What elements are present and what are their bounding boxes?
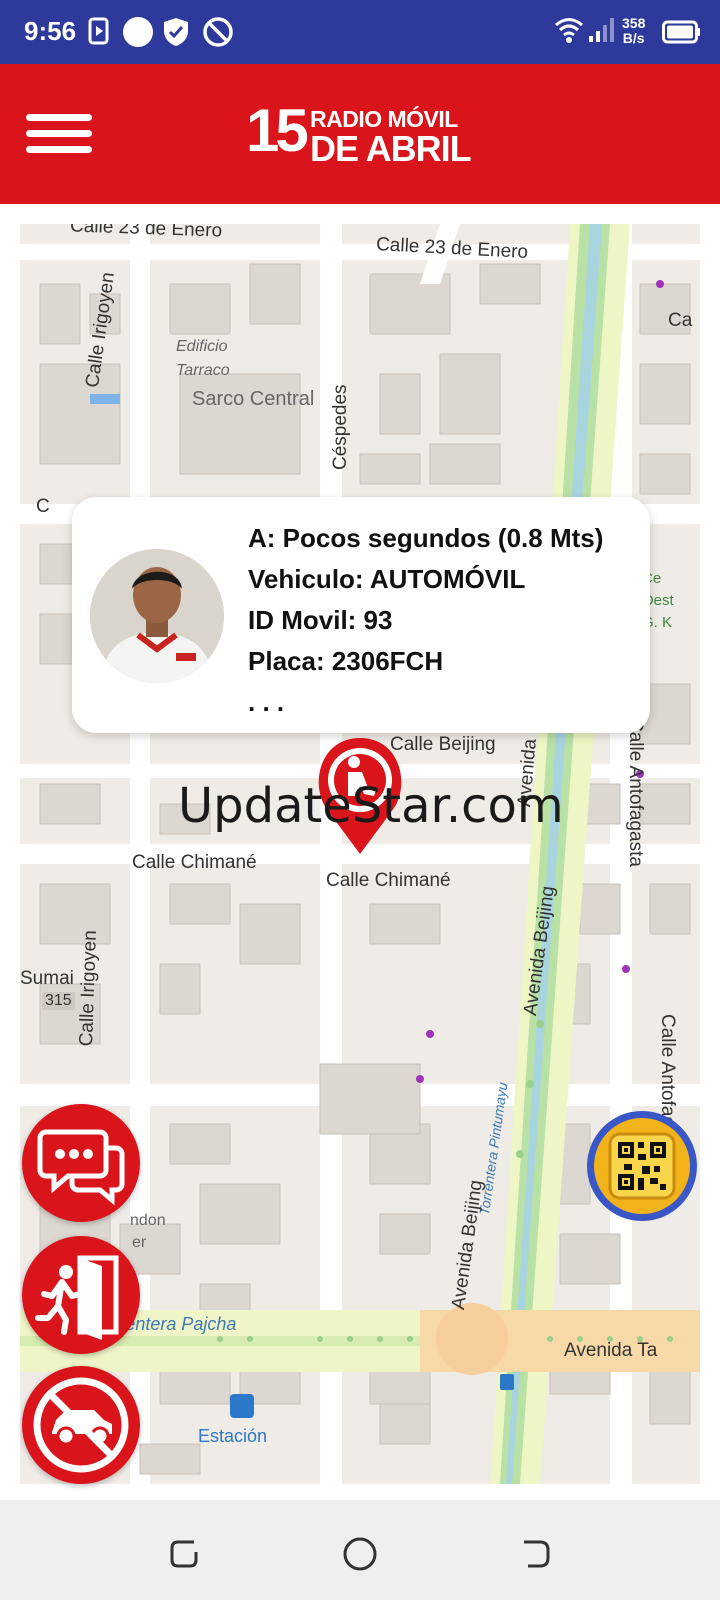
home-circle-icon bbox=[343, 1537, 377, 1571]
map-label-calle-irigoyen-bottom: Calle Irigoyen bbox=[76, 929, 102, 1047]
back-button[interactable] bbox=[516, 1534, 556, 1574]
signal-icon bbox=[588, 16, 616, 51]
network-speed-value: 358 bbox=[622, 15, 646, 31]
map-label-calle-antofagasta: Calle Antofagasta bbox=[625, 718, 646, 867]
exit-button[interactable] bbox=[22, 1236, 140, 1354]
app-header: 15 RADIO MÓVIL DE ABRIL bbox=[0, 64, 720, 204]
movil-id-text: ID Movil: 93 bbox=[248, 605, 393, 635]
map-label-ca: Ca bbox=[668, 310, 693, 331]
network-speed-unit: B/s bbox=[622, 30, 645, 46]
wifi-icon bbox=[554, 16, 584, 49]
map-label-tarraco: Tarraco bbox=[176, 362, 230, 379]
circle-notification-icon bbox=[122, 16, 154, 53]
vehicle-type-text: Vehiculo: AUTOMÓVIL bbox=[248, 564, 526, 594]
qr-code-icon bbox=[587, 1111, 697, 1221]
arrival-time-text: A: Pocos segundos (0.8 Mts) bbox=[248, 523, 604, 553]
map-label-calle-chimane-2: Calle Chimané bbox=[326, 870, 451, 891]
menu-button[interactable] bbox=[26, 114, 94, 154]
plate-text: Placa: 2306FCH bbox=[248, 646, 444, 676]
chat-bubbles-icon bbox=[37, 1129, 125, 1206]
home-button[interactable] bbox=[340, 1534, 380, 1574]
menu-bar-bottom bbox=[26, 146, 92, 153]
menu-bar-top bbox=[26, 114, 92, 121]
network-speed: 358 B/s bbox=[622, 16, 645, 46]
driver-info-lines: A: Pocos segundos (0.8 Mts) Vehiculo: AU… bbox=[248, 521, 603, 726]
map-label-avenida-ta: Avenida Ta bbox=[564, 1340, 658, 1361]
map-label-estacion: Estación bbox=[198, 1426, 268, 1446]
chat-button[interactable] bbox=[22, 1104, 140, 1222]
shield-check-icon bbox=[162, 16, 190, 53]
cancel-car-icon bbox=[33, 1377, 129, 1473]
map-label-sumai: Sumai bbox=[20, 968, 74, 989]
map-label-c: C bbox=[36, 496, 50, 517]
map-label-calle-chimane-1: Calle Chimané bbox=[132, 852, 257, 873]
system-nav-bar bbox=[0, 1500, 720, 1600]
app-logo: 15 RADIO MÓVIL DE ABRIL bbox=[246, 97, 476, 170]
driver-info-card[interactable]: A: Pocos segundos (0.8 Mts) Vehiculo: AU… bbox=[72, 497, 650, 733]
media-icon bbox=[88, 16, 110, 51]
map-label-route-315: 315 bbox=[42, 992, 75, 1010]
at-sign-icon bbox=[202, 16, 234, 53]
battery-icon bbox=[662, 20, 702, 49]
recent-apps-button[interactable] bbox=[164, 1534, 204, 1574]
status-bar: 9:56 358 B/s bbox=[0, 0, 720, 64]
more-info-ellipsis: . . . bbox=[248, 687, 285, 717]
map-label-edificio: Edificio bbox=[176, 338, 228, 355]
status-time: 9:56 bbox=[24, 16, 77, 46]
logo-number: 15 bbox=[246, 97, 309, 164]
cancel-ride-button[interactable] bbox=[22, 1366, 140, 1484]
driver-avatar bbox=[90, 549, 224, 683]
map-label-cespedes: Céspedes bbox=[330, 384, 351, 470]
recent-apps-icon bbox=[170, 1540, 198, 1568]
exit-door-icon bbox=[35, 1255, 119, 1340]
map-label-sarco-central: Sarco Central bbox=[192, 388, 315, 410]
back-icon bbox=[524, 1540, 550, 1568]
menu-bar-middle bbox=[26, 130, 92, 137]
logo-line2: DE ABRIL bbox=[310, 128, 472, 169]
watermark-text: UpdateStar.com bbox=[178, 778, 564, 834]
qr-button[interactable] bbox=[584, 1108, 700, 1224]
